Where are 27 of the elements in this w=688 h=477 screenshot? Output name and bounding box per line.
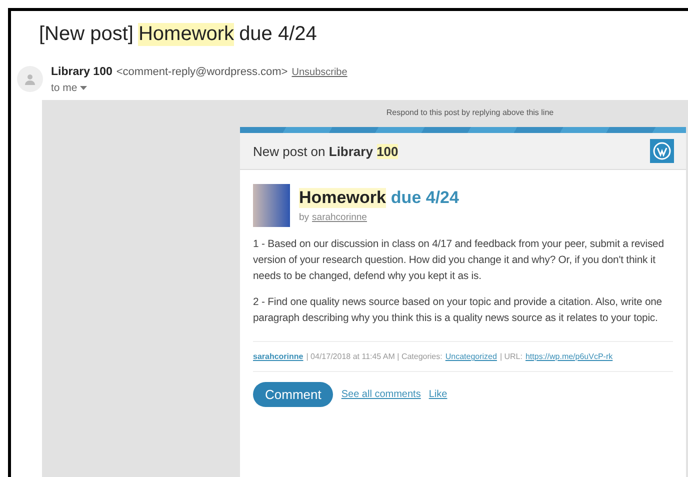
short-url-link[interactable]: https://wp.me/p6uVcP-rk <box>525 352 613 361</box>
post-title-rest[interactable]: due 4/24 <box>390 188 459 208</box>
meta-date: | 04/17/2018 at 11:45 AM | Categories: <box>306 352 442 361</box>
wordpress-logo-icon <box>650 139 674 163</box>
reply-notice: Respond to this post by replying above this line <box>386 108 554 117</box>
action-link[interactable]: See all comments <box>341 389 421 400</box>
recipient-dropdown[interactable]: to me <box>51 82 348 94</box>
comment-button[interactable]: Comment <box>253 382 334 407</box>
subject-highlighted-word: Homework <box>138 23 234 46</box>
post-title-highlighted[interactable]: Homework <box>299 188 386 208</box>
byline-label: by <box>299 212 310 223</box>
action-link[interactable]: Like <box>428 389 448 400</box>
card-header-title: New post on Library 100 <box>253 144 398 158</box>
sender-name: Library 100 <box>51 66 112 78</box>
unsubscribe-link[interactable]: Unsubscribe <box>292 66 348 78</box>
author-link[interactable]: sarahcorinne <box>312 212 367 223</box>
meta-author-link[interactable]: sarahcorinne <box>253 352 304 361</box>
author-photo-placeholder <box>253 184 290 227</box>
subject-suffix: due 4/24 <box>239 23 317 46</box>
url-label: | URL: <box>500 352 522 361</box>
caret-icon <box>80 86 88 90</box>
sender-address: <comment-reply@wordpress.com> <box>116 66 288 78</box>
post-paragraph: 2 - Find one quality news source based on your topic and provide a citation. Also, write one paragraph describing why you think this is a quality news source as it relates to your topic. <box>253 296 663 326</box>
subject-prefix: [New post] <box>39 23 134 46</box>
category-link[interactable]: Uncategorized <box>445 352 497 361</box>
post-paragraph: 1 - Based on our discussion in class on 4/17 and feedback from your peer, submit a revised version of your research question. How did you change it and why? Or, if you don't think it needs to be changed, defend why you kept it as is. <box>253 238 665 284</box>
sender-avatar <box>17 66 43 92</box>
